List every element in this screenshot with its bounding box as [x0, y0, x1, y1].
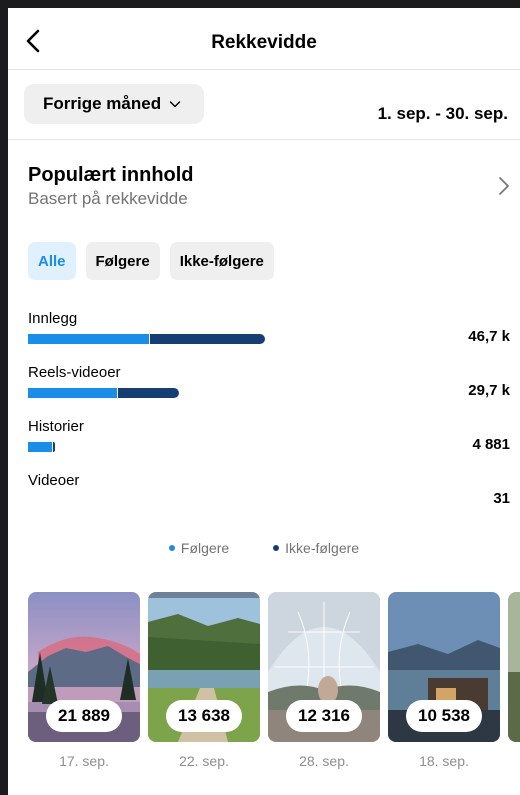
content-thumbnail-partial[interactable] [508, 592, 520, 742]
metric-label: Innlegg [28, 310, 78, 327]
chevron-right-icon [499, 177, 509, 195]
metric-bar [28, 442, 55, 452]
metric-label: Reels-videoer [28, 364, 121, 381]
section-subtitle: Basert på rekkevidde [28, 189, 188, 208]
metric-reels: Reels-videoer 29,7 k [28, 364, 510, 404]
non-followers-bar-segment [150, 334, 265, 344]
screen: Rekkevidde Forrige måned 1. sep. - 30. s… [8, 8, 520, 795]
thumbnail-date: 28. sep. [299, 753, 349, 769]
date-range-row: Forrige måned 1. sep. - 30. sep. [8, 70, 520, 140]
thumbnail-date: 17. sep. [59, 753, 109, 769]
page-title: Rekkevidde [211, 32, 317, 53]
top-content-carousel: 21 889 17. sep. 13 638 22. sep. 12 316 2… [28, 592, 520, 772]
audience-filter-tabs: Alle Følgere Ikke-følgere [28, 242, 284, 280]
metric-value: 4 881 [472, 436, 510, 453]
metric-label: Historier [28, 418, 84, 435]
section-title: Populært innhold [28, 164, 194, 186]
non-followers-bar-segment [118, 388, 179, 398]
metric-bar [28, 388, 179, 398]
thumbnail-date: 22. sep. [179, 753, 229, 769]
thumbnail-date: 18. sep. [419, 753, 469, 769]
date-range-text: 1. sep. - 30. sep. [377, 104, 508, 123]
reach-count-badge: 10 538 [406, 700, 482, 732]
legend-followers: Følgere [168, 540, 230, 556]
legend-non-followers: Ikke-følgere [273, 540, 359, 556]
followers-bar-segment [28, 442, 52, 452]
metric-posts: Innlegg 46,7 k [28, 310, 510, 350]
non-followers-dot-icon [273, 545, 280, 551]
metric-value: 29,7 k [468, 382, 510, 399]
followers-bar-segment [28, 388, 117, 398]
filter-chip-non-followers[interactable]: Ikke-følgere [169, 242, 274, 280]
content-thumbnail[interactable]: 13 638 [148, 592, 260, 742]
period-dropdown[interactable]: Forrige måned [24, 84, 204, 124]
top-bar: Rekkevidde [8, 8, 520, 70]
reach-count-badge: 12 316 [286, 700, 362, 732]
metric-bar [28, 334, 265, 344]
popular-content-header[interactable]: Populært innhold Basert på rekkevidde [28, 162, 510, 218]
content-thumbnail[interactable]: 12 316 [268, 592, 380, 742]
metric-videos: Videoer 31 [28, 472, 510, 512]
content-thumbnail[interactable]: 10 538 [388, 592, 500, 742]
metric-value: 31 [493, 490, 510, 507]
period-dropdown-label: Forrige måned [43, 94, 162, 113]
non-followers-bar-segment [53, 442, 55, 452]
partial-thumbnail-image [508, 592, 520, 742]
legend-label: Følgere [180, 540, 230, 556]
followers-dot-icon [168, 545, 175, 551]
reach-count-badge: 13 638 [166, 700, 242, 732]
metric-label: Videoer [28, 472, 80, 489]
filter-chip-all[interactable]: Alle [28, 242, 76, 280]
reach-count-badge: 21 889 [46, 700, 122, 732]
metric-value: 46,7 k [468, 328, 510, 345]
legend-label: Ikke-følgere [285, 540, 360, 556]
content-thumbnail[interactable]: 21 889 [28, 592, 140, 742]
chart-legend: Følgere Ikke-følgere [8, 540, 520, 556]
followers-bar-segment [28, 334, 149, 344]
metric-stories: Historier 4 881 [28, 418, 510, 458]
filter-chip-followers[interactable]: Følgere [85, 242, 160, 280]
chevron-down-icon [169, 101, 181, 108]
